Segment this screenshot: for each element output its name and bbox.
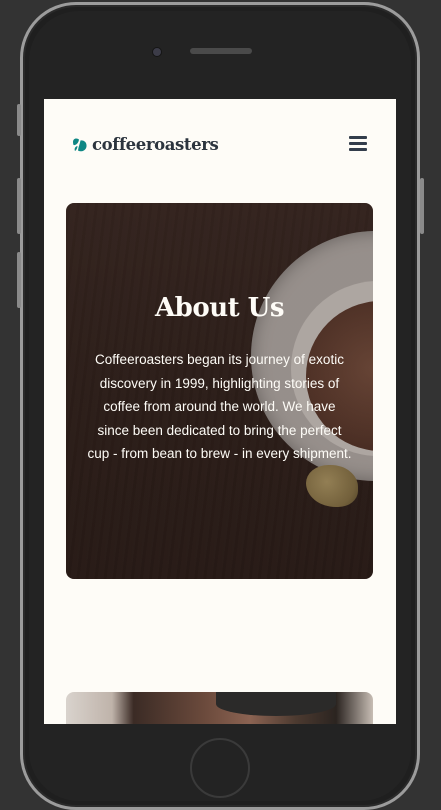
hero-description: Coffeeroasters began its journey of exot… xyxy=(87,352,352,461)
volume-down-button xyxy=(17,252,21,308)
logo-text: coffeeroasters xyxy=(92,135,219,154)
home-button[interactable] xyxy=(190,738,250,798)
power-button xyxy=(420,178,424,234)
volume-up-button xyxy=(17,178,21,234)
mute-switch xyxy=(17,104,21,136)
coffee-bean-icon xyxy=(72,137,88,153)
about-hero: About Us Coffeeroasters began its journe… xyxy=(66,203,373,579)
commitment-image-detail xyxy=(216,692,336,716)
site-header: coffeeroasters xyxy=(44,99,396,189)
hamburger-menu-icon[interactable] xyxy=(349,136,367,152)
hero-title: About Us xyxy=(155,293,284,323)
front-camera xyxy=(152,47,162,57)
earpiece-speaker xyxy=(190,48,252,54)
site-logo[interactable]: coffeeroasters xyxy=(72,135,219,154)
phone-screen: coffeeroasters About Us Coffeeroasters b… xyxy=(44,99,396,724)
commitment-image xyxy=(66,692,373,724)
